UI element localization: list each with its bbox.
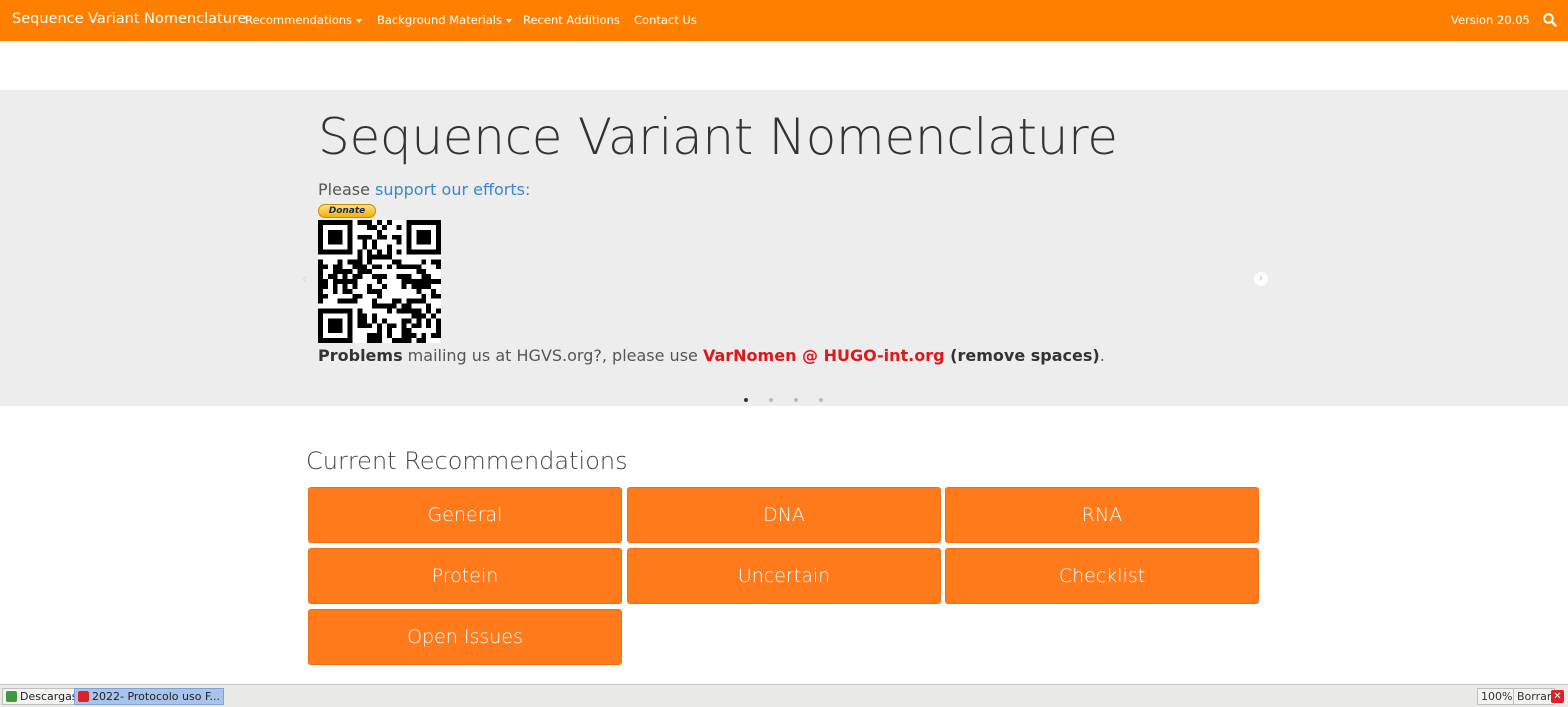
support-link[interactable]: support our efforts:: [375, 180, 530, 199]
support-line: Please support our efforts:: [318, 180, 530, 199]
carousel-indicator[interactable]: [744, 398, 748, 402]
nav-contact-us[interactable]: Contact Us: [634, 13, 697, 27]
search-icon[interactable]: [1542, 12, 1558, 28]
caret-down-icon: [356, 18, 363, 23]
zoom-level[interactable]: 100%: [1477, 688, 1517, 705]
nav-recommendations-label: Recommendations: [245, 13, 353, 27]
caret-down-icon: [505, 18, 512, 23]
end-punct: .: [1099, 346, 1105, 365]
carousel-indicator[interactable]: [794, 398, 798, 402]
chevron-left-icon[interactable]: ‹: [298, 271, 312, 287]
pdf-label: 2022- Protocolo uso F...: [92, 690, 220, 703]
current-recommendations-title: Current Recommendations: [306, 447, 628, 475]
checklist-button[interactable]: Checklist: [945, 548, 1259, 604]
chevron-right-icon[interactable]: ›: [1254, 272, 1268, 286]
problems-text: mailing us at HGVS.org?, please use: [402, 346, 703, 365]
nav-recommendations[interactable]: Recommendations: [245, 13, 363, 27]
carousel-indicator[interactable]: [769, 398, 773, 402]
pdf-task[interactable]: 2022- Protocolo uso F...: [74, 688, 224, 705]
top-navbar: Sequence Variant Nomenclature Recommenda…: [0, 0, 1568, 41]
protein-button[interactable]: Protein: [308, 548, 622, 604]
downloads-label: Descargas: [20, 690, 78, 703]
general-button[interactable]: General: [308, 487, 622, 543]
hero-carousel: Sequence Variant Nomenclature Please sup…: [0, 90, 1568, 406]
close-icon[interactable]: ✕: [1551, 690, 1564, 703]
problems-line: Problems mailing us at HGVS.org?, please…: [318, 346, 1105, 365]
donate-button[interactable]: Donate: [318, 204, 376, 218]
download-icon: [6, 691, 17, 702]
dna-button[interactable]: DNA: [627, 487, 941, 543]
remove-spaces-note: (remove spaces): [944, 346, 1100, 365]
carousel-indicator[interactable]: [819, 398, 823, 402]
bottom-taskbar: Descargas 2022- Protocolo uso F... 100% …: [0, 684, 1568, 707]
nav-background-materials[interactable]: Background Materials: [377, 13, 512, 27]
nav-background-materials-label: Background Materials: [377, 13, 502, 27]
open-issues-button[interactable]: Open Issues: [308, 609, 622, 665]
version-label: Version 20.05: [1451, 13, 1530, 27]
nav-recent-additions[interactable]: Recent Additions: [523, 13, 620, 27]
carousel-indicators: [744, 398, 823, 402]
site-brand[interactable]: Sequence Variant Nomenclature: [12, 11, 246, 27]
support-prefix: Please: [318, 180, 376, 199]
hero-title: Sequence Variant Nomenclature: [318, 108, 1118, 166]
rna-button[interactable]: RNA: [945, 487, 1259, 543]
uncertain-button[interactable]: Uncertain: [627, 548, 941, 604]
pdf-icon: [78, 691, 89, 702]
clear-button[interactable]: Borrar: [1513, 688, 1556, 705]
problems-bold: Problems: [318, 346, 403, 365]
donation-qr-code: [318, 220, 441, 343]
downloads-task[interactable]: Descargas: [2, 688, 82, 705]
contact-email: VarNomen @ HUGO-int.org: [702, 346, 945, 365]
